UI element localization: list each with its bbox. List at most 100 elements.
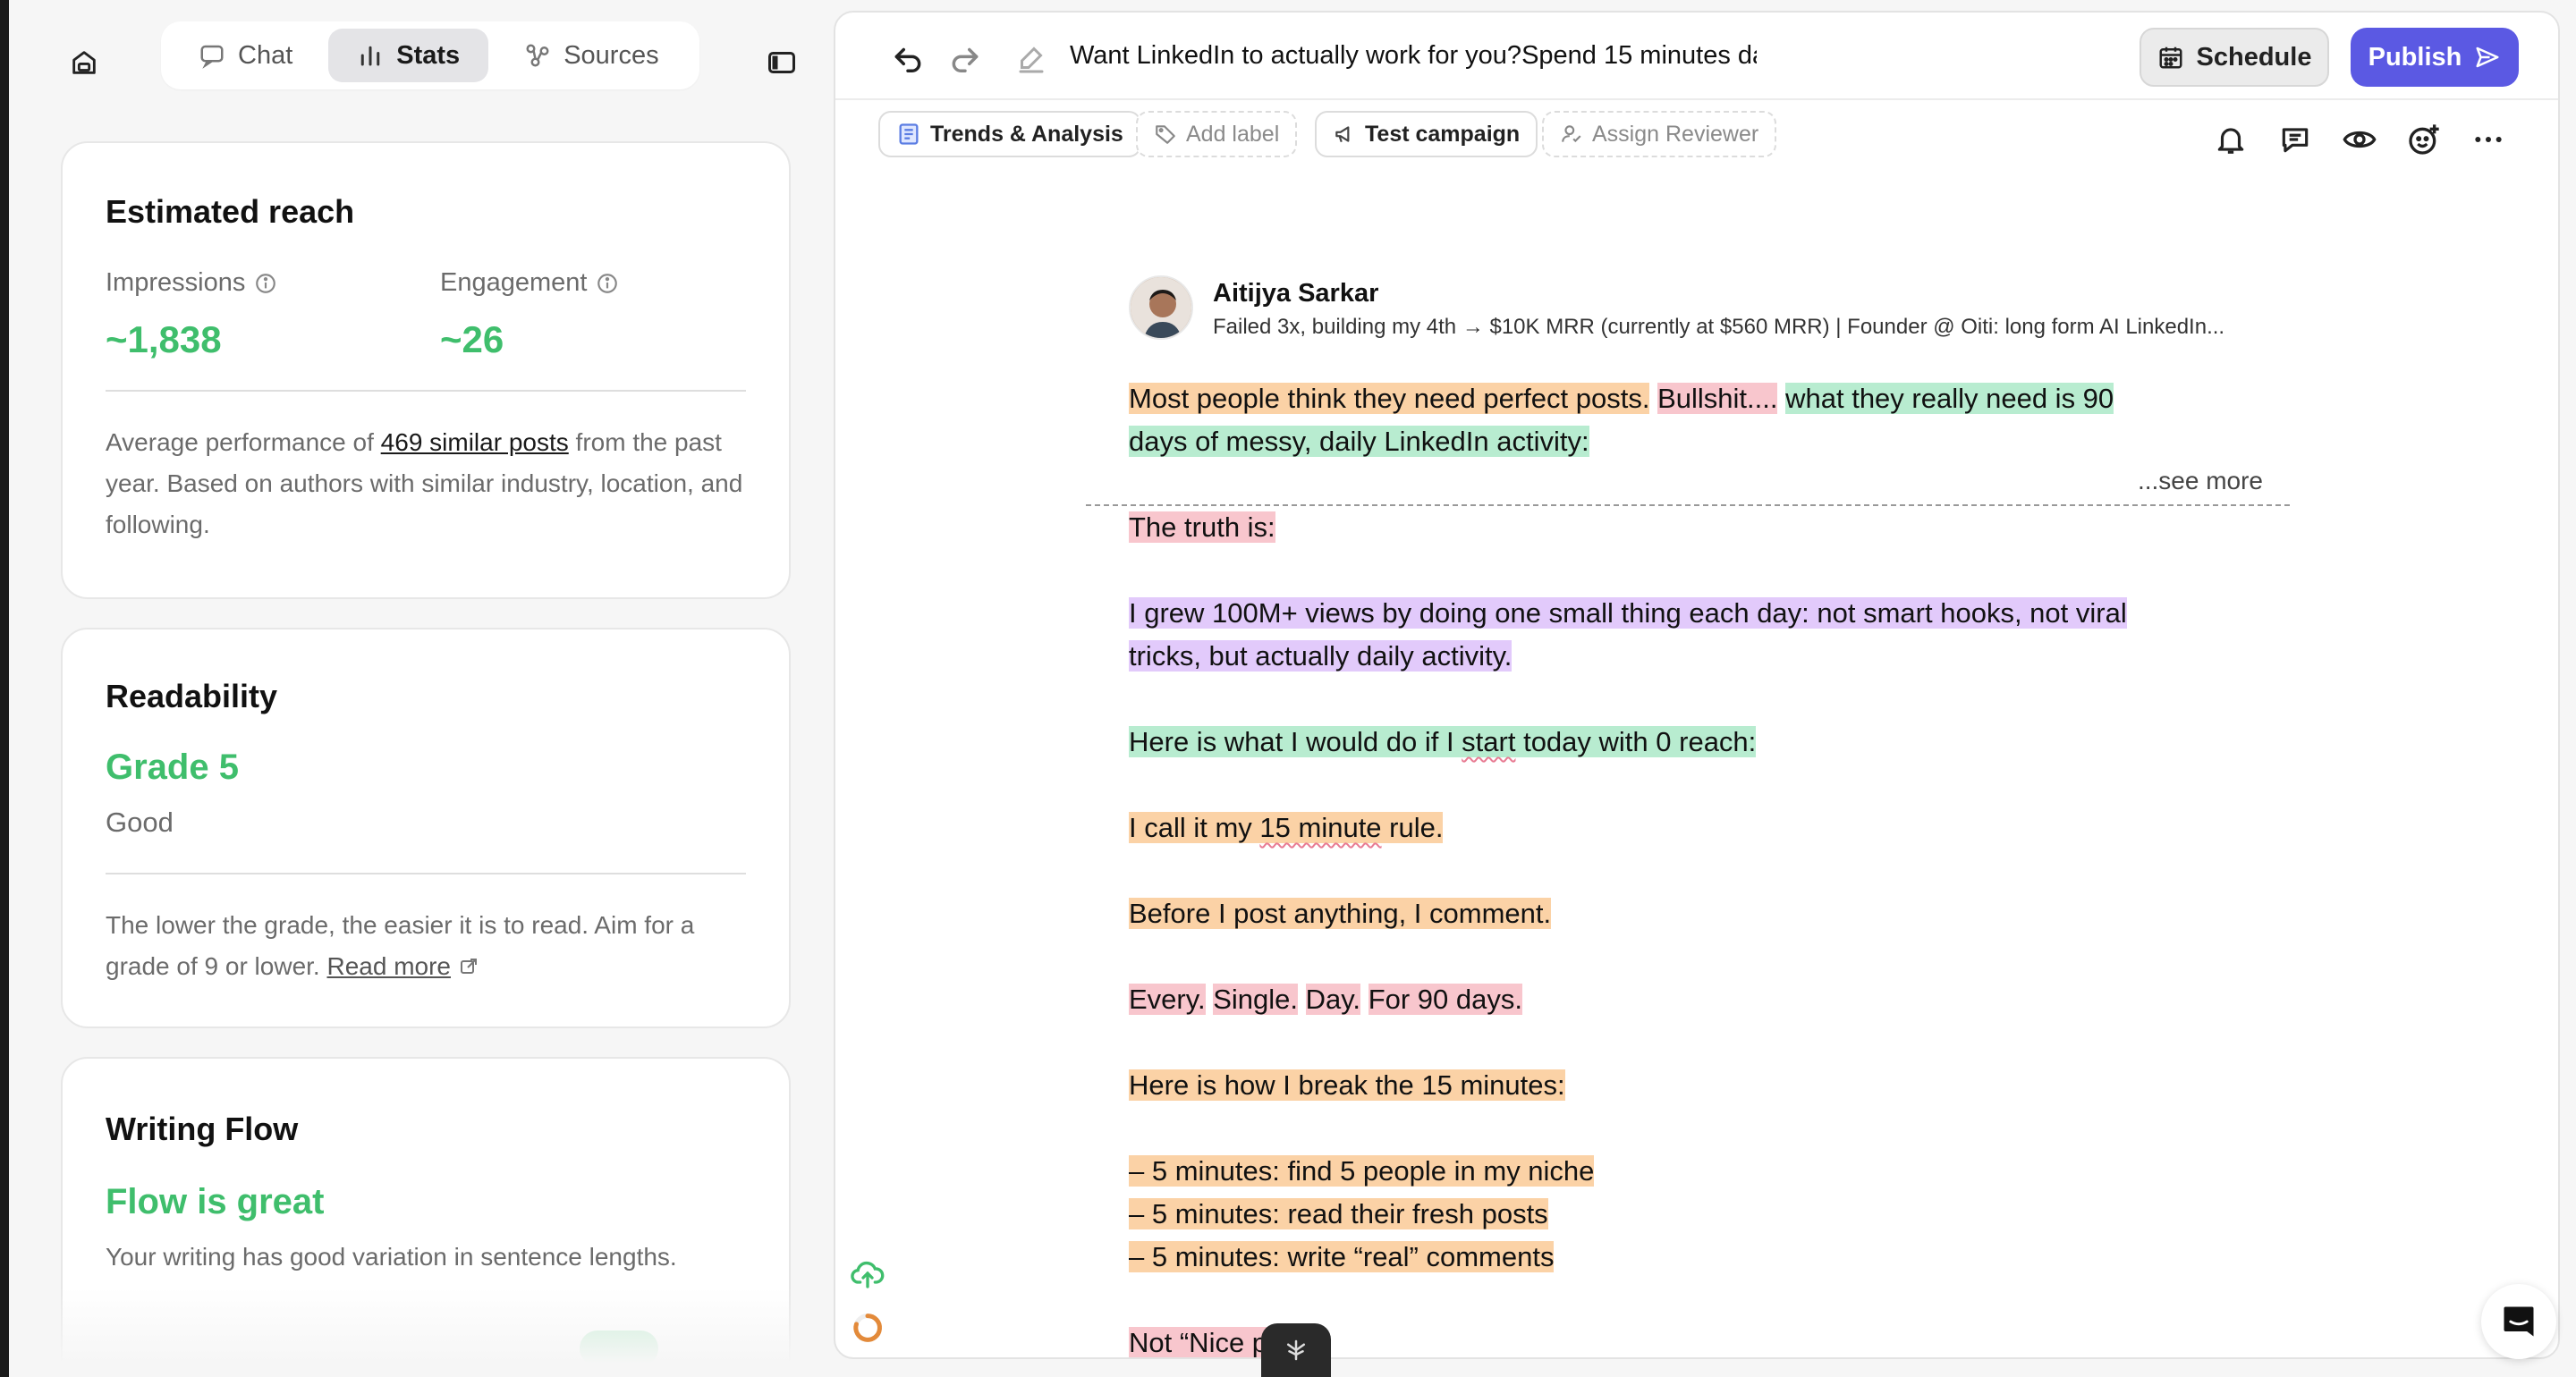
text: rule. — [1381, 812, 1444, 843]
highlight-pink: Day. — [1305, 984, 1361, 1015]
status-icons — [850, 1255, 886, 1350]
cloud-upload-icon[interactable] — [850, 1255, 886, 1291]
assign-reviewer-chip[interactable]: Assign Reviewer — [1542, 111, 1777, 157]
tab-stats[interactable]: Stats — [328, 29, 489, 82]
sources-icon — [526, 44, 549, 67]
notifications-button[interactable] — [2211, 120, 2250, 159]
more-icon — [2475, 137, 2502, 142]
tag-icon — [1156, 125, 1175, 144]
info-icon[interactable] — [254, 272, 277, 295]
post-line: – 5 minutes: read their fresh posts — [1129, 1193, 2292, 1236]
bottom-drawer-handle[interactable] — [1261, 1323, 1331, 1377]
info-icon[interactable] — [596, 272, 619, 295]
highlight-green: what they really need is 90 — [1785, 383, 2114, 414]
eye-icon — [2343, 131, 2377, 148]
readability-card: Readability Grade 5 Good The lower the g… — [61, 628, 791, 1028]
impressions-label-row: Impressions — [106, 268, 277, 298]
highlight-pink: Every. — [1129, 984, 1206, 1015]
post-line: I grew 100M+ views by doing one small th… — [1129, 592, 2292, 635]
app-frame: Chat Stats Sources Estimated reach Impre… — [0, 0, 2576, 1377]
post-gap — [1129, 849, 2292, 892]
readability-grade: Grade 5 — [106, 748, 239, 787]
add-label-chip[interactable]: Add label — [1136, 111, 1298, 157]
calendar-icon — [2159, 46, 2182, 69]
highlight-pink: The truth is: — [1129, 511, 1275, 543]
campaign-label: Test campaign — [1365, 121, 1521, 147]
text: I call it my — [1129, 812, 1260, 843]
comments-button[interactable] — [2275, 120, 2315, 159]
post-line: tricks, but actually daily activity. — [1129, 635, 2292, 678]
panel-fade — [61, 1288, 791, 1377]
send-icon — [2476, 46, 2499, 68]
schedule-button[interactable]: Schedule — [2140, 28, 2329, 87]
post-body[interactable]: Most people think they need perfect post… — [1129, 377, 2292, 1357]
bell-icon — [2217, 128, 2244, 154]
trends-analysis-chip[interactable]: Trends & Analysis — [878, 111, 1141, 157]
tab-stats-label: Stats — [396, 40, 461, 70]
highlight-orange: – 5 minutes: read their fresh posts — [1129, 1198, 1548, 1229]
post-line: Every. Single. Day. For 90 days. — [1129, 978, 2292, 1021]
readability-rating: Good — [106, 807, 174, 838]
home-button[interactable] — [59, 38, 109, 88]
highlight-orange: – 5 minutes: find 5 people in my niche — [1129, 1155, 1595, 1187]
divider — [106, 390, 746, 392]
support-chat-button[interactable] — [2481, 1284, 2556, 1359]
post-line: – 5 minutes: find 5 people in my niche — [1129, 1150, 2292, 1193]
reach-desc-text: Average performance of — [106, 428, 381, 456]
undo-icon — [894, 47, 921, 72]
redo-button[interactable] — [946, 39, 984, 77]
writing-flow-title: Writing Flow — [106, 1111, 299, 1147]
more-options-button[interactable] — [2469, 120, 2508, 159]
readability-description: The lower the grade, the easier it is to… — [106, 905, 746, 987]
highlight-orange: Before I post anything, I comment. — [1129, 898, 1552, 929]
publish-button[interactable]: Publish — [2351, 28, 2519, 87]
highlight-green: days of messy, daily LinkedIn activity: — [1129, 426, 1589, 457]
post-gap — [1129, 1107, 2292, 1150]
comment-icon — [2282, 128, 2309, 153]
tab-chat-label: Chat — [238, 40, 293, 70]
pen-icon — [1019, 46, 1044, 73]
home-icon — [72, 51, 96, 74]
highlight-orange: Here is how I break the 15 minutes: — [1129, 1069, 1565, 1101]
undo-button[interactable] — [889, 39, 927, 77]
spelling-flag[interactable]: 15 minute — [1259, 812, 1381, 843]
loading-spinner-icon — [853, 1314, 882, 1342]
post-line: days of messy, daily LinkedIn activity: — [1129, 420, 2292, 463]
divider — [106, 873, 746, 874]
tab-chat[interactable]: Chat — [170, 29, 321, 82]
post-editor: Want LinkedIn to actually work for you?S… — [834, 11, 2560, 1359]
engagement-value: ~26 — [440, 318, 504, 360]
external-link-icon[interactable] — [458, 956, 479, 977]
post-line: – 5 minutes: write “real” comments — [1129, 1236, 2292, 1279]
stats-panel: Chat Stats Sources Estimated reach Impre… — [18, 0, 823, 1377]
tab-sources[interactable]: Sources — [496, 29, 687, 82]
highlight-orange: Most people think they need perfect post… — [1129, 383, 1650, 414]
similar-posts-link[interactable]: 469 similar posts — [381, 428, 569, 456]
spelling-flag[interactable]: start — [1462, 726, 1515, 757]
highlight-violet: I grew 100M+ views by doing one small th… — [1129, 597, 2127, 629]
impressions-value: ~1,838 — [106, 318, 222, 360]
preview-button[interactable] — [2340, 120, 2379, 159]
emoji-add-icon — [2409, 124, 2439, 155]
author-headline: Failed 3x, building my 4th → $10K MRR (c… — [1213, 315, 2225, 339]
bar-chart-icon — [361, 46, 380, 66]
chat-icon — [200, 45, 224, 69]
highlight-orange: I call it my 15 minute rule. — [1129, 812, 1444, 843]
sidebar-toggle-button[interactable] — [757, 38, 807, 88]
add-label-text: Add label — [1186, 121, 1280, 147]
add-reaction-button[interactable] — [2404, 120, 2444, 159]
test-campaign-chip[interactable]: Test campaign — [1315, 111, 1538, 157]
reviewer-label: Assign Reviewer — [1592, 121, 1759, 147]
read-more-link[interactable]: Read more — [326, 952, 451, 980]
post-title[interactable]: Want LinkedIn to actually work for you?S… — [1070, 41, 1757, 71]
signature-button[interactable] — [1013, 39, 1050, 77]
schedule-label: Schedule — [2196, 42, 2312, 72]
highlight-pink: Bullshit.... — [1657, 383, 1778, 414]
post-gap — [1129, 935, 2292, 978]
flow-description: Your writing has good variation in sente… — [106, 1243, 677, 1271]
reach-title: Estimated reach — [106, 193, 355, 230]
text: today with 0 reach: — [1515, 726, 1757, 757]
sidebar-icon — [768, 52, 795, 73]
publish-label: Publish — [2368, 42, 2462, 72]
post-line — [1129, 463, 2292, 506]
